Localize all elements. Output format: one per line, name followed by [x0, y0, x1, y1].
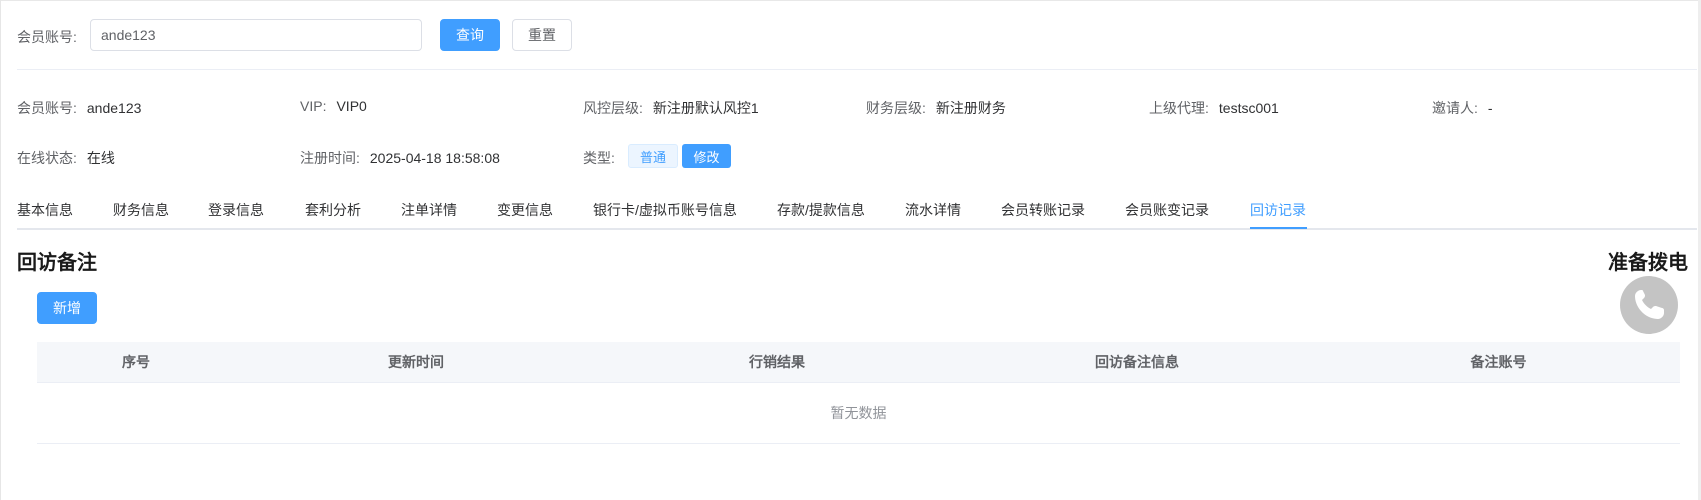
tab-basic-info[interactable]: 基本信息 [17, 200, 73, 220]
column-header-update-time: 更新时间 [388, 354, 444, 370]
search-divider [17, 69, 1697, 70]
info-register-time: 注册时间: 2025-04-18 18:58:08 [300, 148, 500, 168]
search-label: 会员账号: [17, 29, 77, 45]
info-vip: VIP: VIP0 [300, 98, 367, 114]
info-risk-level: 风控层级: 新注册默认风控1 [583, 98, 759, 118]
info-online-status-value: 在线 [86, 150, 115, 166]
info-online-status: 在线状态: 在线 [17, 148, 115, 168]
tab-arbitrage-analysis[interactable]: 套利分析 [305, 200, 361, 220]
tab-bank-card-info[interactable]: 银行卡/虚拟币账号信息 [593, 200, 737, 220]
window-left-border [0, 0, 1, 500]
phone-icon[interactable] [1620, 276, 1678, 334]
info-finance-level: 财务层级: 新注册财务 [866, 98, 1006, 118]
info-online-status-label: 在线状态: [17, 150, 77, 166]
column-header-index: 序号 [122, 354, 150, 370]
info-parent-agent-value: testsc001 [1218, 100, 1279, 116]
info-inviter-label: 邀请人: [1432, 100, 1478, 116]
info-register-time-value: 2025-04-18 18:58:08 [369, 150, 500, 166]
tab-bet-details[interactable]: 注单详情 [401, 200, 457, 220]
column-header-note-account: 备注账号 [1470, 354, 1527, 370]
tab-change-info[interactable]: 变更信息 [497, 200, 553, 220]
query-button[interactable]: 查询 [440, 19, 500, 51]
info-vip-value: VIP0 [336, 98, 367, 114]
tab-finance-info[interactable]: 财务信息 [113, 200, 169, 220]
info-inviter-value: - [1487, 100, 1493, 116]
tabs-bottom-line [17, 228, 1697, 230]
info-vip-label: VIP: [300, 98, 327, 114]
column-header-callback-note: 回访备注信息 [1095, 354, 1179, 370]
tab-callback-records[interactable]: 回访记录 [1250, 200, 1306, 220]
column-header-marketing-result: 行销结果 [749, 354, 805, 370]
tab-turnover-details[interactable]: 流水详情 [905, 200, 961, 220]
reset-button[interactable]: 重置 [512, 19, 572, 51]
table-header: 序号 更新时间 行销结果 回访备注信息 备注账号 [37, 342, 1680, 383]
detail-tabs: 基本信息 财务信息 登录信息 套利分析 注单详情 变更信息 银行卡/虚拟币账号信… [17, 200, 1697, 230]
tab-login-info[interactable]: 登录信息 [208, 200, 264, 220]
info-type: 类型: [583, 148, 615, 168]
info-finance-level-value: 新注册财务 [935, 100, 1006, 116]
info-finance-level-label: 财务层级: [866, 100, 926, 116]
dial-title: 准备拨电 [1608, 252, 1688, 274]
info-risk-level-value: 新注册默认风控1 [652, 100, 759, 116]
info-parent-agent: 上级代理: testsc001 [1149, 98, 1279, 118]
callback-records-table: 序号 更新时间 行销结果 回访备注信息 备注账号 暂无数据 [37, 342, 1680, 444]
account-search-input[interactable] [90, 19, 422, 51]
info-account: 会员账号: ande123 [17, 98, 141, 118]
member-type-tag: 普通 [628, 144, 678, 168]
info-risk-level-label: 风控层级: [583, 100, 643, 116]
window-top-border [0, 0, 1701, 1]
tab-deposit-withdraw-info[interactable]: 存款/提款信息 [777, 200, 865, 220]
info-type-label: 类型: [583, 150, 615, 166]
section-title: 回访备注 [17, 252, 97, 274]
add-button[interactable]: 新增 [37, 292, 97, 324]
info-inviter: 邀请人: - [1432, 98, 1493, 118]
empty-table-text: 暂无数据 [37, 383, 1680, 444]
tab-account-change-records[interactable]: 会员账变记录 [1125, 200, 1209, 220]
edit-type-button[interactable]: 修改 [682, 144, 731, 168]
info-register-time-label: 注册时间: [300, 150, 360, 166]
info-account-label: 会员账号: [17, 100, 77, 116]
tab-transfer-records[interactable]: 会员转账记录 [1001, 200, 1085, 220]
info-parent-agent-label: 上级代理: [1149, 100, 1209, 116]
active-tab-indicator [1250, 227, 1307, 229]
info-account-value: ande123 [86, 100, 142, 116]
